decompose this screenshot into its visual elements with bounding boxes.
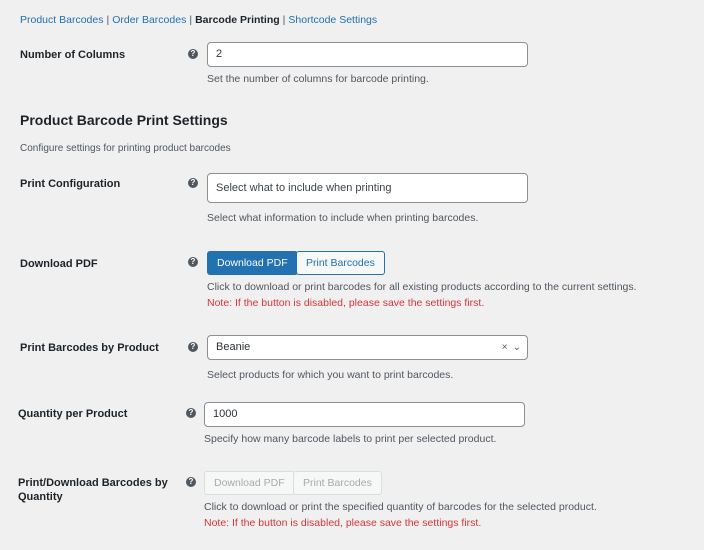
- by-quantity-note: Note: If the button is disabled, please …: [204, 517, 482, 529]
- quantity-input[interactable]: 1000: [204, 402, 525, 427]
- download-pdf-button[interactable]: Download PDF: [207, 251, 298, 275]
- help-icon[interactable]: ?: [188, 178, 198, 188]
- product-select-controls: × ⌄: [497, 336, 521, 359]
- columns-input[interactable]: 2: [207, 42, 528, 67]
- section-title: Product Barcode Print Settings: [20, 112, 228, 128]
- by-quantity-label: Print/Download Barcodes by Quantity: [18, 476, 168, 504]
- help-icon[interactable]: ?: [186, 477, 196, 487]
- print-config-select[interactable]: Select what to include when printing: [207, 173, 528, 203]
- print-config-description: Select what information to include when …: [207, 212, 479, 224]
- chevron-down-icon[interactable]: ⌄: [513, 342, 521, 353]
- subnav-separator: |: [106, 14, 110, 26]
- subnav-shortcode-settings[interactable]: Shortcode Settings: [288, 14, 377, 26]
- by-quantity-label-line2: Quantity: [18, 491, 63, 503]
- download-pdf-label: Download PDF: [20, 258, 98, 270]
- product-select-value: Beanie: [216, 341, 251, 353]
- download-pdf-description: Click to download or print barcodes for …: [207, 281, 637, 293]
- clear-icon[interactable]: ×: [502, 342, 508, 353]
- quantity-description: Specify how many barcode labels to print…: [204, 433, 497, 445]
- subnav-product-barcodes[interactable]: Product Barcodes: [20, 14, 103, 26]
- subnav-separator: |: [282, 14, 286, 26]
- columns-label: Number of Columns: [20, 49, 126, 61]
- by-quantity-description: Click to download or print the specified…: [204, 501, 597, 513]
- by-product-label: Print Barcodes by Product: [20, 342, 159, 354]
- columns-description: Set the number of columns for barcode pr…: [207, 73, 429, 85]
- subnav: Product Barcodes | Order Barcodes | Barcode …: [20, 14, 377, 26]
- help-icon[interactable]: ?: [188, 257, 198, 267]
- quantity-label: Quantity per Product: [18, 408, 128, 420]
- qty-download-pdf-button[interactable]: Download PDF: [204, 471, 295, 495]
- help-icon[interactable]: ?: [186, 408, 196, 418]
- print-barcodes-button[interactable]: Print Barcodes: [296, 251, 385, 275]
- qty-print-barcodes-button[interactable]: Print Barcodes: [293, 471, 382, 495]
- section-description: Configure settings for printing product …: [20, 143, 231, 154]
- subnav-separator: |: [189, 14, 193, 26]
- by-product-description: Select products for which you want to pr…: [207, 369, 454, 381]
- help-icon[interactable]: ?: [188, 49, 198, 59]
- print-config-label: Print Configuration: [20, 178, 121, 190]
- by-quantity-label-line1: Print/Download Barcodes by: [18, 477, 168, 489]
- product-select[interactable]: Beanie × ⌄: [207, 335, 528, 360]
- subnav-barcode-printing: Barcode Printing: [195, 14, 280, 26]
- download-pdf-note: Note: If the button is disabled, please …: [207, 297, 485, 309]
- subnav-order-barcodes[interactable]: Order Barcodes: [112, 14, 186, 26]
- help-icon[interactable]: ?: [188, 342, 198, 352]
